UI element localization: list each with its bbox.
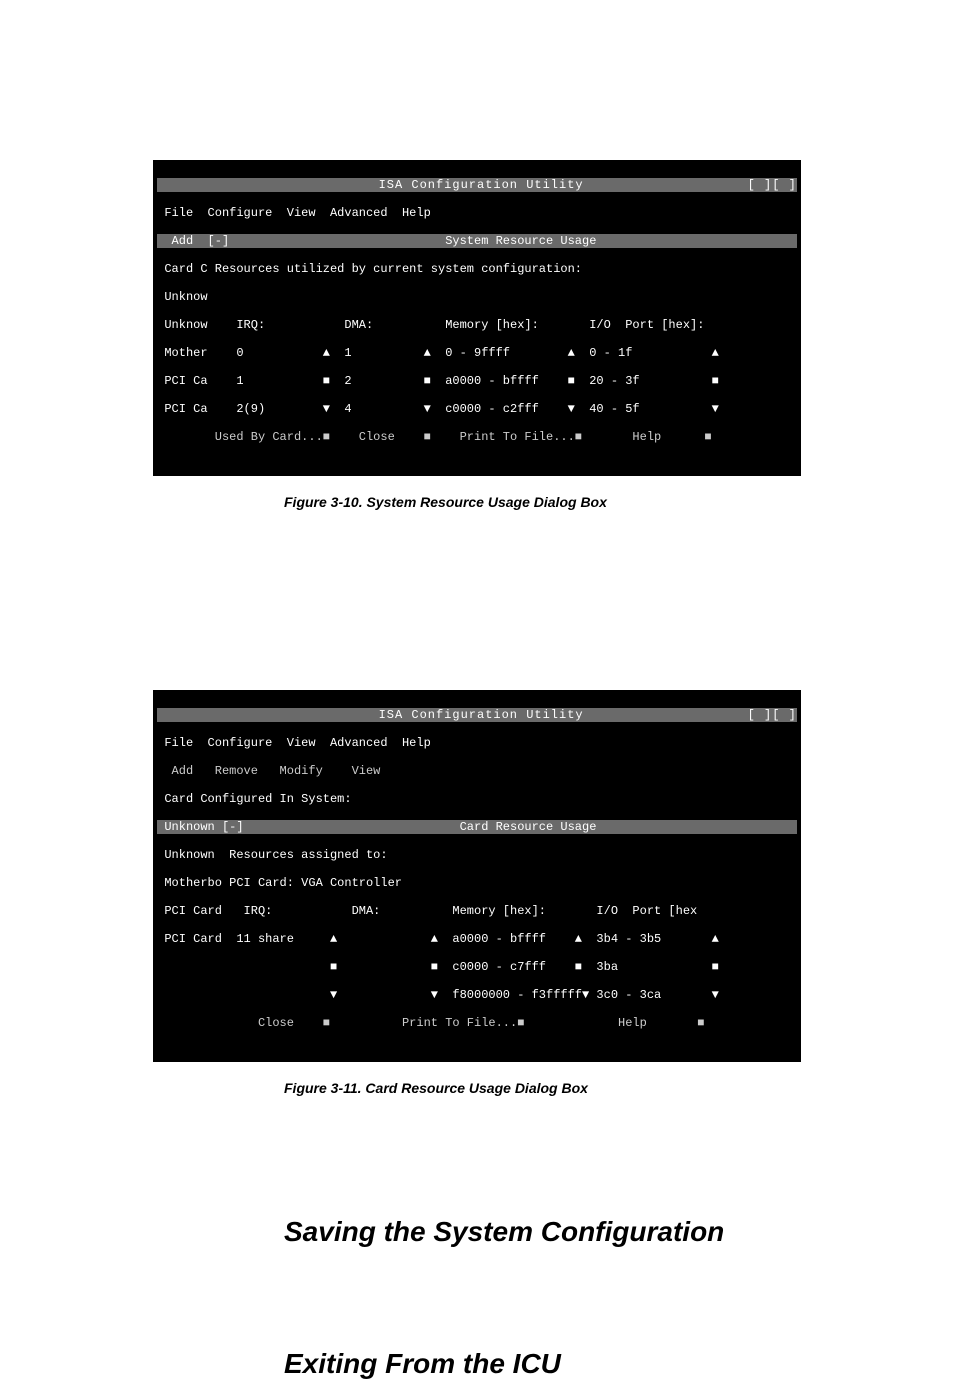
list-header: Unknow (157, 290, 797, 304)
column-headers: Unknow IRQ: DMA: Memory [hex]: I/O Port … (157, 318, 797, 332)
resource-row: Mother 0 ▲ 1 ▲ 0 - 9ffff ▲ 0 - 1f ▲ (157, 346, 797, 360)
menu-bar[interactable]: File Configure View Advanced Help (157, 736, 797, 750)
info-text: Card Configured In System: (157, 792, 797, 806)
figure-caption-3-10: Figure 3-10. System Resource Usage Dialo… (284, 494, 954, 510)
resource-row: PCI Ca 2(9) ▼ 4 ▼ c0000 - c2fff ▼ 40 - 5… (157, 402, 797, 416)
system-resource-usage-dialog: ISA Configuration Utility [ ][ ] File Co… (153, 160, 801, 476)
figure-caption-3-11: Figure 3-11. Card Resource Usage Dialog … (284, 1080, 954, 1096)
dialog-title-system-resource-usage: Add [-] System Resource Usage (157, 234, 797, 248)
resource-row: ▼ ▼ f8000000 - f3fffff▼ 3c0 - 3ca ▼ (157, 988, 797, 1002)
dialog-title-card-resource-usage: Unknown [-] Card Resource Usage (157, 820, 797, 834)
resource-row: PCI Card 11 share ▲ ▲ a0000 - bffff ▲ 3b… (157, 932, 797, 946)
button-row[interactable]: Used By Card...■ Close ■ Print To File..… (157, 430, 797, 444)
card-resource-usage-dialog: ISA Configuration Utility [ ][ ] File Co… (153, 690, 801, 1062)
window-title: ISA Configuration Utility [ ][ ] (157, 178, 797, 192)
resource-row: Unknown Resources assigned to: (157, 848, 797, 862)
figure-3-11: ISA Configuration Utility [ ][ ] File Co… (0, 510, 954, 1062)
heading-exiting-from-icu: Exiting From the ICU (284, 1348, 954, 1380)
toolbar-row[interactable]: Add Remove Modify View (157, 764, 797, 778)
menu-bar[interactable]: File Configure View Advanced Help (157, 206, 797, 220)
resource-row: ■ ■ c0000 - c7fff ■ 3ba ■ (157, 960, 797, 974)
figure-3-10: ISA Configuration Utility [ ][ ] File Co… (0, 0, 954, 476)
button-row[interactable]: Close ■ Print To File...■ Help ■ (157, 1016, 797, 1030)
window-title: ISA Configuration Utility [ ][ ] (157, 708, 797, 722)
heading-saving-system-configuration: Saving the System Configuration (284, 1216, 954, 1248)
info-text: Card C Resources utilized by current sys… (157, 262, 797, 276)
resource-row: PCI Ca 1 ■ 2 ■ a0000 - bffff ■ 20 - 3f ■ (157, 374, 797, 388)
column-headers: PCI Card IRQ: DMA: Memory [hex]: I/O Por… (157, 904, 797, 918)
resource-row: Motherbo PCI Card: VGA Controller (157, 876, 797, 890)
